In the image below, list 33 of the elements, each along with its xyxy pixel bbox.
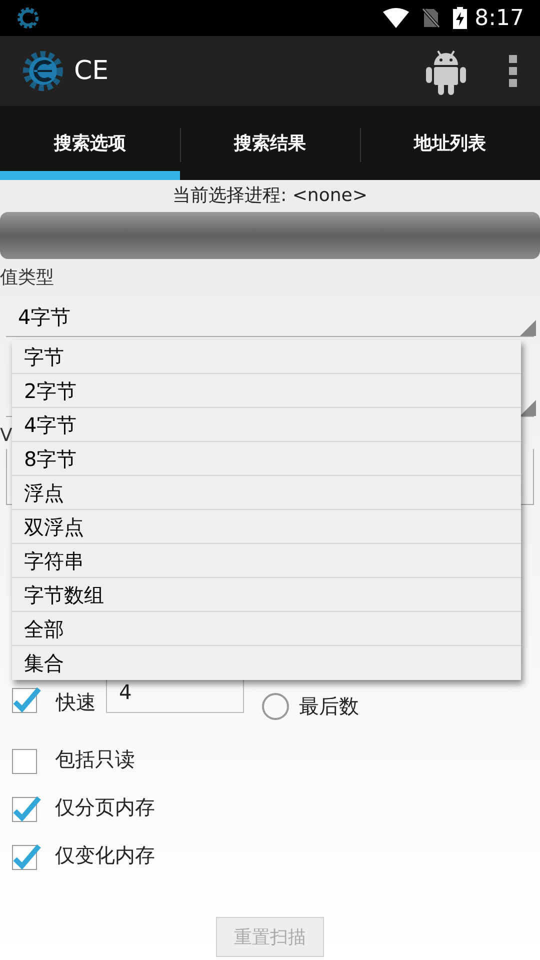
checkbox-label: 仅分页内存 — [55, 794, 155, 821]
dropdown-option[interactable]: 2字节 — [12, 374, 521, 408]
checkbox-label: 包括只读 — [55, 746, 135, 773]
dropdown-option[interactable]: 集合 — [12, 646, 521, 680]
status-time: 8:17 — [474, 4, 524, 32]
radio-button[interactable] — [262, 692, 289, 720]
tab[interactable]: 地址列表 — [360, 106, 540, 180]
checkbox-label: 快速 — [56, 688, 96, 716]
spinner-corner-icon — [520, 400, 536, 416]
process-selector-bar[interactable] — [0, 212, 540, 259]
value-type-label: 值类型 — [0, 266, 54, 290]
dropdown-option[interactable]: 字节 — [12, 340, 521, 374]
dropdown-option[interactable]: 双浮点 — [12, 510, 521, 544]
dropdown-option[interactable]: 字节数组 — [12, 578, 521, 612]
battery-charging-icon — [452, 7, 467, 29]
gear-logo-icon — [22, 50, 64, 92]
app-title: CE — [74, 54, 109, 88]
radio-label: 最后数 — [299, 693, 359, 720]
current-process-label: 当前选择进程: <none> — [172, 184, 368, 208]
wifi-icon — [382, 8, 409, 28]
dropdown-option[interactable]: 4字节 — [12, 408, 521, 442]
tab[interactable]: 搜索结果 — [180, 106, 360, 180]
checkbox-label: 仅变化内存 — [55, 842, 155, 869]
dropdown-option[interactable]: 字符串 — [12, 544, 521, 578]
value-label: V — [0, 424, 12, 448]
dropdown-option[interactable]: 全部 — [12, 612, 521, 646]
spinner-corner-icon — [520, 320, 536, 336]
value-type-spinner[interactable]: 4字节 — [6, 297, 534, 337]
dropdown-option[interactable]: 8字节 — [12, 442, 521, 476]
overflow-menu-icon[interactable] — [508, 55, 518, 87]
gear-icon — [16, 6, 40, 30]
dropdown-option[interactable]: 浮点 — [12, 476, 521, 510]
no-sim-icon — [420, 7, 441, 29]
